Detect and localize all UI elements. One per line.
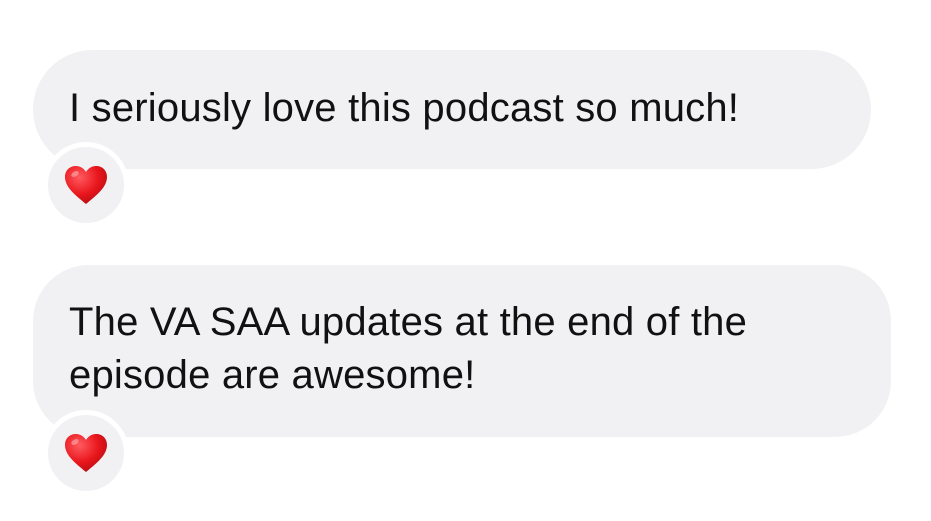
message-thread: I seriously love this podcast so much! T…	[0, 0, 931, 521]
message-text: I seriously love this podcast so much!	[69, 86, 740, 130]
message-text: The VA SAA updates at the end of the epi…	[69, 300, 748, 397]
message-bubble[interactable]: I seriously love this podcast so much!	[33, 50, 871, 169]
message-bubble[interactable]: The VA SAA updates at the end of the epi…	[33, 265, 891, 437]
heart-icon	[65, 166, 107, 204]
reaction-badge[interactable]	[43, 410, 129, 496]
heart-icon	[65, 434, 107, 472]
reaction-badge[interactable]	[43, 142, 129, 228]
